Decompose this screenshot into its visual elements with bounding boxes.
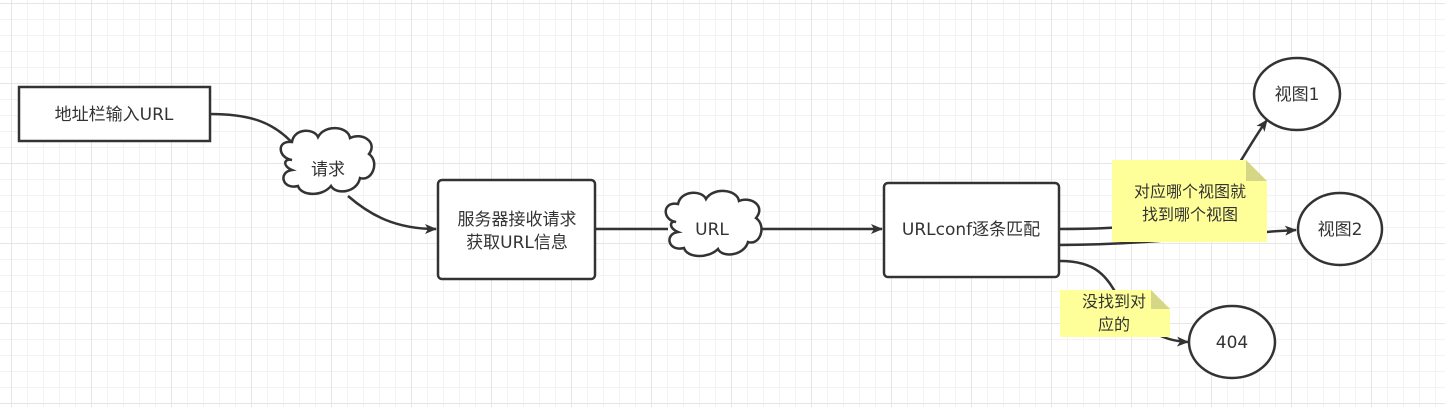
server-receive-node: 服务器接收请求 获取URL信息	[436, 178, 597, 281]
not-found-node: 404	[1187, 304, 1277, 380]
edge-address-to-cloud	[209, 112, 297, 148]
view1-node: 视图1	[1252, 56, 1342, 132]
url-cloud-node: URL	[664, 189, 763, 258]
no-match-note-line1: 没找到对	[1082, 292, 1146, 311]
url-cloud-label: URL	[695, 220, 729, 240]
flow-diagram: 地址栏输入URL 请求 服务器接收请求 获取URL信息 URL URLconf逐…	[17, 56, 1384, 380]
match-note-line1: 对应哪个视图就	[1134, 182, 1246, 201]
match-note-line2: 找到哪个视图	[1142, 205, 1238, 224]
view2-node: 视图2	[1296, 191, 1384, 267]
request-cloud-node: 请求	[279, 126, 376, 196]
not-found-label: 404	[1216, 333, 1248, 353]
server-receive-label-line2: 获取URL信息	[466, 233, 568, 253]
request-cloud-label: 请求	[311, 160, 345, 180]
match-view-note: 对应哪个视图就 找到哪个视图	[1112, 160, 1267, 242]
view2-label: 视图2	[1318, 220, 1363, 240]
urlconf-match-node: URLconf逐条匹配	[882, 181, 1061, 279]
address-bar-label: 地址栏输入URL	[55, 105, 174, 125]
edge-cloud-to-server	[347, 195, 437, 234]
server-receive-label-line1: 服务器接收请求	[458, 210, 577, 230]
view1-label: 视图1	[1275, 85, 1320, 105]
urlconf-match-label: URLconf逐条匹配	[902, 220, 1040, 240]
no-match-note-line2: 应的	[1098, 315, 1130, 334]
address-bar-node: 地址栏输入URL	[17, 85, 212, 143]
no-match-note: 没找到对 应的	[1060, 290, 1170, 337]
